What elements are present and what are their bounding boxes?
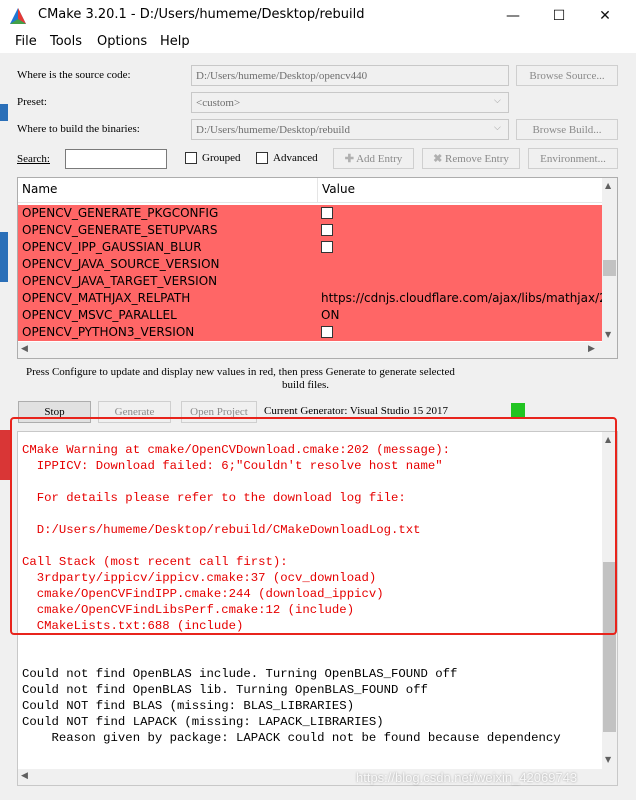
table-header: Name Value bbox=[18, 178, 603, 203]
table-row[interactable]: OPENCV_JAVA_SOURCE_VERSION bbox=[18, 256, 602, 273]
search-input[interactable] bbox=[65, 149, 167, 169]
value-checkbox[interactable] bbox=[321, 241, 333, 253]
value-checkbox[interactable] bbox=[321, 326, 333, 338]
cell-name: OPENCV_JAVA_TARGET_VERSION bbox=[22, 274, 218, 288]
value-checkbox[interactable] bbox=[321, 224, 333, 236]
preset-label: Preset: bbox=[17, 96, 47, 108]
highlight-box bbox=[10, 417, 617, 635]
table-row[interactable]: OPENCV_PYTHON3_VERSION bbox=[18, 324, 602, 341]
build-label: Where to build the binaries: bbox=[17, 123, 140, 135]
cell-value[interactable]: https://cdnjs.cloudflare.com/ajax/libs/m… bbox=[321, 291, 611, 305]
preset-select[interactable]: <custom> bbox=[191, 92, 509, 113]
scroll-left-icon[interactable]: ◀ bbox=[21, 344, 28, 354]
column-header-value[interactable]: Value bbox=[322, 182, 355, 196]
advanced-label: Advanced bbox=[273, 152, 318, 164]
current-generator-label: Current Generator: Visual Studio 15 2017 bbox=[264, 405, 448, 417]
table-row[interactable]: OPENCV_JAVA_TARGET_VERSION bbox=[18, 273, 602, 290]
cell-name: OPENCV_MSVC_PARALLEL bbox=[22, 308, 177, 322]
cell-name: OPENCV_PYTHON3_VERSION bbox=[22, 325, 195, 339]
menu-bar bbox=[0, 31, 636, 53]
cell-name: OPENCV_IPP_GAUSSIAN_BLUR bbox=[22, 240, 202, 254]
hint-text-line1: Press Configure to update and display ne… bbox=[26, 366, 455, 378]
source-path-field[interactable]: D:/Users/humeme/Desktop/opencv440 bbox=[191, 65, 509, 86]
background-window-fragment bbox=[0, 232, 8, 282]
menu-tools[interactable]: Tools bbox=[50, 34, 82, 49]
close-button[interactable]: ✕ bbox=[582, 0, 628, 31]
cell-name: OPENCV_GENERATE_PKGCONFIG bbox=[22, 206, 219, 220]
table-row[interactable]: OPENCV_GENERATE_SETUPVARS bbox=[18, 222, 602, 239]
remove-icon: ✖ bbox=[433, 153, 443, 165]
horizontal-scrollbar[interactable]: ◀ ▶ bbox=[18, 342, 602, 358]
grouped-label: Grouped bbox=[202, 152, 241, 164]
scroll-left-icon[interactable]: ◀ bbox=[21, 771, 28, 781]
browse-source-button[interactable]: Browse Source... bbox=[516, 65, 618, 86]
cell-name: OPENCV_MATHJAX_RELPATH bbox=[22, 291, 191, 305]
cell-name: OPENCV_JAVA_SOURCE_VERSION bbox=[22, 257, 220, 271]
background-window-fragment bbox=[0, 430, 10, 480]
log-line: Could not find OpenBLAS include. Turning… bbox=[22, 667, 458, 681]
cell-value[interactable]: ON bbox=[321, 308, 339, 322]
chevron-down-icon: ⌵ bbox=[494, 123, 501, 133]
menu-options[interactable]: Options bbox=[97, 34, 147, 49]
table-row[interactable]: OPENCV_MATHJAX_RELPATH https://cdnjs.clou… bbox=[18, 290, 611, 307]
log-line: Could NOT find LAPACK (missing: LAPACK_L… bbox=[22, 715, 384, 729]
cell-name: OPENCV_GENERATE_SETUPVARS bbox=[22, 223, 218, 237]
browse-build-button[interactable]: Browse Build... bbox=[516, 119, 618, 140]
menu-help[interactable]: Help bbox=[160, 34, 190, 49]
scroll-down-icon[interactable]: ▼ bbox=[605, 330, 611, 339]
hint-text-line2: build files. bbox=[282, 379, 330, 391]
cache-table[interactable]: Name Value OPENCV_GENERATE_PKGCONFIG OPEN… bbox=[17, 177, 618, 359]
log-line: Could not find OpenBLAS lib. Turning Ope… bbox=[22, 683, 428, 697]
chevron-down-icon: ⌵ bbox=[494, 96, 501, 106]
plus-icon: ✚ bbox=[344, 153, 354, 165]
log-line: Reason given by package: LAPACK could no… bbox=[22, 731, 561, 745]
watermark: https://blog.csdn.net/weixin_42069743 bbox=[356, 770, 578, 785]
grouped-checkbox[interactable] bbox=[185, 152, 197, 164]
advanced-checkbox[interactable] bbox=[256, 152, 268, 164]
window-title: CMake 3.20.1 - D:/Users/humeme/Desktop/r… bbox=[38, 7, 365, 22]
menu-file[interactable]: File bbox=[15, 34, 37, 49]
table-row[interactable]: OPENCV_IPP_GAUSSIAN_BLUR bbox=[18, 239, 602, 256]
minimize-button[interactable]: — bbox=[490, 0, 536, 31]
maximize-button[interactable]: ☐ bbox=[536, 0, 582, 31]
scroll-right-icon[interactable]: ▶ bbox=[588, 344, 595, 354]
remove-entry-button[interactable]: ✖ Remove Entry bbox=[422, 148, 520, 169]
cmake-logo-icon bbox=[10, 8, 26, 24]
log-line: Could NOT find BLAS (missing: BLAS_LIBRA… bbox=[22, 699, 355, 713]
column-divider bbox=[317, 178, 318, 202]
source-label: Where is the source code: bbox=[17, 69, 131, 81]
normal-output: Could not find OpenBLAS include. Turning… bbox=[22, 666, 561, 746]
background-window-fragment bbox=[0, 104, 8, 121]
add-entry-button[interactable]: ✚ Add Entry bbox=[333, 148, 414, 169]
table-row[interactable]: OPENCV_GENERATE_PKGCONFIG bbox=[18, 205, 602, 222]
scroll-down-icon[interactable]: ▼ bbox=[605, 755, 611, 764]
vertical-scrollbar[interactable]: ▲ ▼ bbox=[602, 178, 617, 358]
value-checkbox[interactable] bbox=[321, 207, 333, 219]
scroll-thumb[interactable] bbox=[603, 260, 616, 276]
environment-button[interactable]: Environment... bbox=[528, 148, 618, 169]
table-row[interactable]: OPENCV_MSVC_PARALLEL ON bbox=[18, 307, 602, 324]
progress-indicator bbox=[511, 403, 525, 417]
scroll-up-icon[interactable]: ▲ bbox=[605, 181, 611, 190]
column-header-name[interactable]: Name bbox=[22, 182, 57, 196]
search-label: Search: bbox=[17, 153, 50, 165]
build-path-field[interactable]: D:/Users/humeme/Desktop/rebuild bbox=[191, 119, 509, 140]
